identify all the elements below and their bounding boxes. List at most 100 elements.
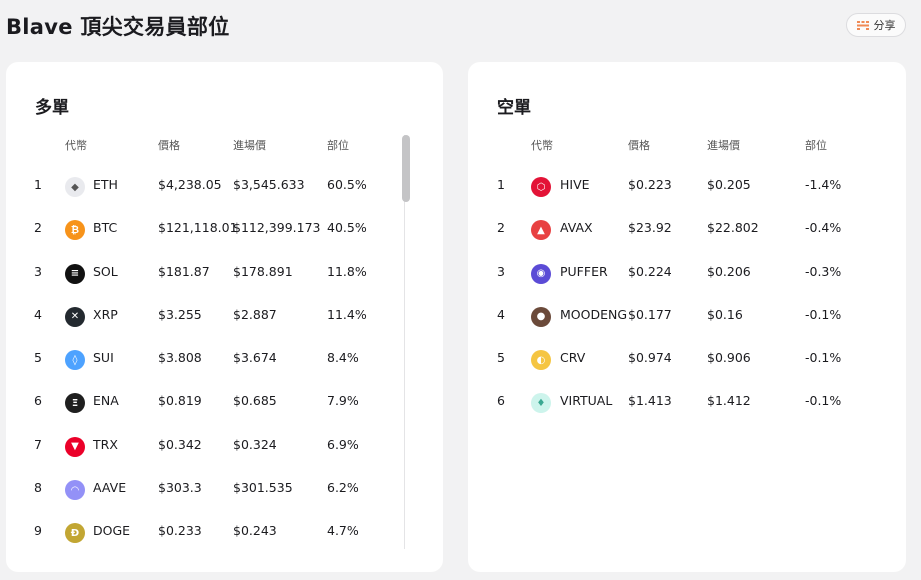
table-row[interactable]: 2 BTC $121,118.01 $112,399.173 40.5% ₿ <box>6 208 443 251</box>
table-row[interactable]: 7 TRX $0.342 $0.324 6.9% ▼ <box>6 425 443 468</box>
doge-icon: Ð <box>65 523 85 544</box>
table-row[interactable]: 3 SOL $181.87 $178.891 11.8% ≡ <box>6 252 443 295</box>
coin-symbol: AAVE <box>93 480 127 496</box>
table-row[interactable]: 5 CRV $0.974 $0.906 -0.1% ◐ <box>468 338 906 381</box>
row-rank: 9 <box>34 523 42 539</box>
sui-icon: ◊ <box>65 350 85 371</box>
entry-price: $0.685 <box>233 393 277 409</box>
position-percent: -0.3% <box>805 263 842 279</box>
eth-icon: ◆ <box>65 177 85 197</box>
coin-symbol: HIVE <box>560 177 590 192</box>
row-rank: 1 <box>34 177 42 192</box>
table-row[interactable]: 1 ETH $4,238.05 $3,545.633 60.5% ◆ <box>6 165 443 208</box>
row-rank: 5 <box>497 350 505 366</box>
coin-symbol: CRV <box>560 350 586 366</box>
long-table-body: 1 ETH $4,238.05 $3,545.633 60.5% ◆ 2 BTC $121,11… <box>6 165 443 555</box>
long-table-header: 代幣 價格 進場價 部位 <box>6 137 443 153</box>
entry-price: $0.205 <box>707 177 751 192</box>
position-percent: 11.4% <box>327 306 367 322</box>
hive-icon: ⬡ <box>531 177 551 197</box>
column-header-entry: 進場價 <box>233 139 266 152</box>
row-rank: 7 <box>34 436 42 452</box>
row-rank: 5 <box>34 350 42 366</box>
coin-symbol: PUFFER <box>560 263 608 279</box>
trx-icon: ▼ <box>65 436 85 457</box>
short-table-body: 1 HIVE $0.223 $0.205 -1.4% ⬡ 2 AVAX $23.92 $22.80… <box>468 165 906 425</box>
table-row[interactable]: 1 HIVE $0.223 $0.205 -1.4% ⬡ <box>468 165 906 208</box>
position-percent: -1.4% <box>805 177 842 192</box>
short-table-header: 代幣 價格 進場價 部位 <box>468 137 906 153</box>
row-rank: 2 <box>497 220 505 236</box>
position-percent: 4.7% <box>327 523 359 539</box>
entry-price: $112,399.173 <box>233 220 321 236</box>
virtual-icon: ♦ <box>531 393 551 414</box>
position-percent: -0.1% <box>805 306 842 322</box>
coin-price: $0.819 <box>158 393 202 409</box>
row-rank: 3 <box>497 263 505 279</box>
table-row[interactable]: 4 MOODENG $0.177 $0.16 -0.1% ● <box>468 295 906 338</box>
coin-price: $0.342 <box>158 436 202 452</box>
table-row[interactable]: 5 SUI $3.808 $3.674 8.4% ◊ <box>6 338 443 381</box>
entry-price: $22.802 <box>707 220 759 236</box>
coin-price: $0.223 <box>628 177 672 192</box>
short-card-title: 空單 <box>497 98 531 118</box>
coin-symbol: BTC <box>93 220 118 236</box>
row-rank: 3 <box>34 263 42 279</box>
coin-price: $0.974 <box>628 350 672 366</box>
column-header-coin: 代幣 <box>531 139 553 152</box>
table-row[interactable]: 6 VIRTUAL $1.413 $1.412 -0.1% ♦ <box>468 381 906 424</box>
position-percent: 60.5% <box>327 177 367 192</box>
long-positions-card: 多單 代幣 價格 進場價 部位 1 ETH $4,238.05 $3,545.633 6… <box>6 62 443 572</box>
row-rank: 6 <box>34 393 42 409</box>
share-button[interactable]: 分享 <box>846 13 906 37</box>
column-header-price: 價格 <box>158 139 180 152</box>
coin-price: $303.3 <box>158 480 202 496</box>
table-row[interactable]: 4 XRP $3.255 $2.887 11.4% ✕ <box>6 295 443 338</box>
column-header-price: 價格 <box>628 139 650 152</box>
position-percent: -0.1% <box>805 393 842 409</box>
coin-price: $0.224 <box>628 263 672 279</box>
coin-symbol: DOGE <box>93 523 131 539</box>
table-row[interactable]: 9 DOGE $0.233 $0.243 4.7% Ð <box>6 511 443 554</box>
sol-icon: ≡ <box>65 263 85 284</box>
position-percent: -0.1% <box>805 350 842 366</box>
crv-icon: ◐ <box>531 350 551 371</box>
table-row[interactable]: 8 AAVE $303.3 $301.535 6.2% ◠ <box>6 468 443 511</box>
entry-price: $0.243 <box>233 523 277 539</box>
column-header-position: 部位 <box>805 139 827 152</box>
coin-symbol: VIRTUAL <box>560 393 613 409</box>
entry-price: $0.906 <box>707 350 751 366</box>
column-header-position: 部位 <box>327 139 349 152</box>
position-percent: 6.2% <box>327 480 359 496</box>
entry-price: $0.206 <box>707 263 751 279</box>
coin-symbol: ETH <box>93 177 118 192</box>
entry-price: $178.891 <box>233 263 293 279</box>
coin-price: $23.92 <box>628 220 672 236</box>
ena-icon: Ξ <box>65 393 85 414</box>
entry-price: $301.535 <box>233 480 293 496</box>
coin-symbol: AVAX <box>560 220 593 236</box>
coin-price: $1.413 <box>628 393 672 409</box>
avax-icon: ▲ <box>531 220 551 241</box>
column-header-entry: 進場價 <box>707 139 740 152</box>
entry-price: $3,545.633 <box>233 177 305 192</box>
position-percent: 40.5% <box>327 220 367 236</box>
coin-symbol: TRX <box>93 436 118 452</box>
table-row[interactable]: 3 PUFFER $0.224 $0.206 -0.3% ◉ <box>468 252 906 295</box>
coin-price: $0.233 <box>158 523 202 539</box>
position-percent: 8.4% <box>327 350 359 366</box>
table-row[interactable]: 2 AVAX $23.92 $22.802 -0.4% ▲ <box>468 208 906 251</box>
scrollbar-thumb[interactable] <box>402 135 410 202</box>
entry-price: $1.412 <box>707 393 751 409</box>
table-row[interactable]: 6 ENA $0.819 $0.685 7.9% Ξ <box>6 381 443 424</box>
coin-price: $181.87 <box>158 263 210 279</box>
share-label: 分享 <box>873 19 896 32</box>
coin-price: $0.177 <box>628 306 672 322</box>
page-title: Blave 頂尖交易員部位 <box>6 15 230 39</box>
column-header-coin: 代幣 <box>65 139 87 152</box>
row-rank: 8 <box>34 480 42 496</box>
coin-price: $3.808 <box>158 350 202 366</box>
share-icon <box>856 20 869 30</box>
coin-price: $121,118.01 <box>158 220 238 236</box>
position-percent: 6.9% <box>327 436 359 452</box>
